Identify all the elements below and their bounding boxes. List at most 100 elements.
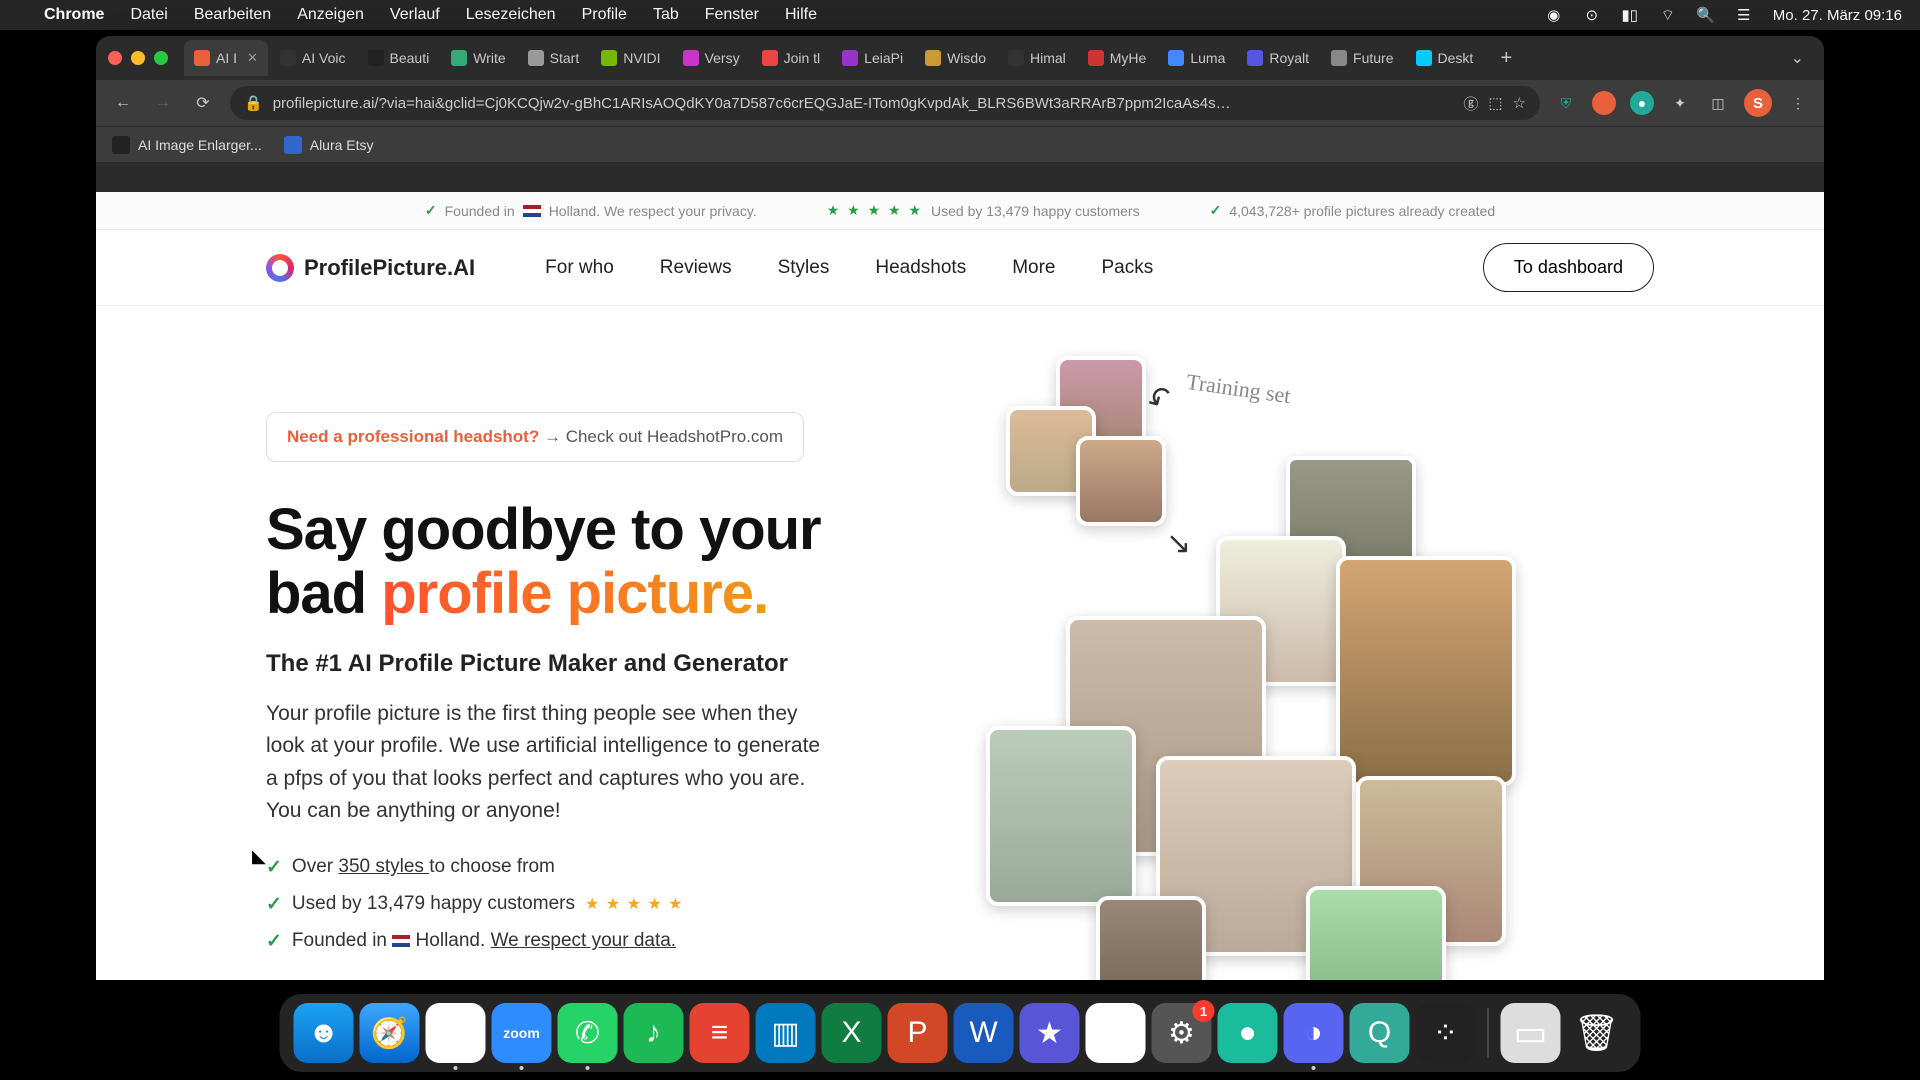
- reload-button[interactable]: ⟳: [190, 90, 216, 116]
- search-icon[interactable]: 🔍: [1697, 6, 1715, 24]
- nav-more[interactable]: More: [1012, 257, 1055, 279]
- tab-label: Deskt: [1438, 50, 1474, 66]
- tab-overflow-button[interactable]: ⌄: [1783, 48, 1812, 68]
- menu-fenster[interactable]: Fenster: [705, 6, 759, 24]
- nav-headshots[interactable]: Headshots: [875, 257, 966, 279]
- control-center-icon[interactable]: ☰: [1735, 6, 1753, 24]
- dock-app-imovie[interactable]: ★: [1020, 1003, 1080, 1063]
- browser-tab[interactable]: LeiaPi: [832, 40, 913, 76]
- to-dashboard-button[interactable]: To dashboard: [1483, 243, 1654, 292]
- bullet-link[interactable]: 350 styles: [338, 856, 429, 877]
- battery-icon[interactable]: ▮▯: [1621, 6, 1639, 24]
- menu-bearbeiten[interactable]: Bearbeiten: [194, 6, 271, 24]
- address-bar[interactable]: 🔒 profilepicture.ai/?via=hai&gclid=Cj0KC…: [230, 86, 1540, 120]
- tab-favicon: [1168, 50, 1184, 66]
- nav-forwho[interactable]: For who: [545, 257, 614, 279]
- menu-profile[interactable]: Profile: [582, 6, 627, 24]
- browser-tab[interactable]: Join tl: [752, 40, 831, 76]
- tab-favicon: [1088, 50, 1104, 66]
- install-icon[interactable]: ⬚: [1488, 94, 1502, 112]
- browser-tab[interactable]: AI Voic: [270, 40, 356, 76]
- bullet-text: Holland.: [410, 930, 490, 951]
- extensions-menu-icon[interactable]: ✦: [1668, 91, 1692, 115]
- dock-app-drive[interactable]: ▲: [1086, 1003, 1146, 1063]
- dock-desktop-preview[interactable]: ▭: [1501, 1003, 1561, 1063]
- bookmark-ai-enlarger[interactable]: AI Image Enlarger...: [112, 136, 262, 154]
- trust-created: ✓ 4,043,728+ profile pictures already cr…: [1210, 202, 1496, 219]
- bullet-founded: ✓ Founded in Holland. We respect your da…: [266, 930, 826, 953]
- close-tab-icon[interactable]: ✕: [247, 50, 258, 66]
- bullet-link[interactable]: We respect your data.: [491, 930, 677, 951]
- forward-button[interactable]: →: [150, 90, 176, 116]
- dock-app-powerpoint[interactable]: P: [888, 1003, 948, 1063]
- menu-hilfe[interactable]: Hilfe: [785, 6, 817, 24]
- dock-app-finder[interactable]: ☻: [294, 1003, 354, 1063]
- arrow-down-icon: ↘: [1166, 526, 1191, 561]
- running-dot: [586, 1066, 590, 1070]
- menu-lesezeichen[interactable]: Lesezeichen: [466, 6, 556, 24]
- browser-tab[interactable]: Versy: [673, 40, 750, 76]
- browser-tab[interactable]: Royalt: [1237, 40, 1319, 76]
- bookmark-alura-etsy[interactable]: Alura Etsy: [284, 136, 374, 154]
- dock-app-spotify[interactable]: ♪: [624, 1003, 684, 1063]
- running-dot: [454, 1066, 458, 1070]
- profile-avatar[interactable]: S: [1744, 89, 1772, 117]
- dock-app-discord[interactable]: ◑: [1284, 1003, 1344, 1063]
- tab-favicon: [194, 50, 210, 66]
- chrome-menu-icon[interactable]: ⋮: [1786, 91, 1810, 115]
- running-dot: [520, 1066, 524, 1070]
- nav-packs[interactable]: Packs: [1102, 257, 1154, 279]
- ext-shield-icon[interactable]: ⛨: [1554, 91, 1578, 115]
- browser-tab[interactable]: Beauti: [358, 40, 440, 76]
- tab-label: Versy: [705, 50, 740, 66]
- record-icon[interactable]: ◉: [1545, 6, 1563, 24]
- dock-app-voice[interactable]: ⁘: [1416, 1003, 1476, 1063]
- trust-text: Used by 13,479 happy customers: [931, 203, 1140, 219]
- new-tab-button[interactable]: +: [1491, 43, 1521, 73]
- browser-tab[interactable]: Luma: [1158, 40, 1235, 76]
- nav-reviews[interactable]: Reviews: [660, 257, 732, 279]
- browser-tab[interactable]: Wisdo: [915, 40, 996, 76]
- dock-app-zoom[interactable]: zoom: [492, 1003, 552, 1063]
- dock-app-app-teal[interactable]: ●: [1218, 1003, 1278, 1063]
- extensions-row: ⛨ ● ✦ ◫ S ⋮: [1554, 89, 1810, 117]
- site-logo[interactable]: ProfilePicture.AI: [266, 254, 475, 282]
- browser-tab[interactable]: Himal: [998, 40, 1076, 76]
- browser-tab[interactable]: MyHe: [1078, 40, 1157, 76]
- menu-datei[interactable]: Datei: [130, 6, 167, 24]
- dock-app-excel[interactable]: X: [822, 1003, 882, 1063]
- dock-app-word[interactable]: W: [954, 1003, 1014, 1063]
- maximize-window[interactable]: [154, 51, 168, 65]
- headshot-callout[interactable]: Need a professional headshot? → Check ou…: [266, 412, 804, 462]
- browser-tab[interactable]: NVIDI: [591, 40, 670, 76]
- dock-app-trello[interactable]: ▥: [756, 1003, 816, 1063]
- dock-app-todoist[interactable]: ≡: [690, 1003, 750, 1063]
- translate-icon[interactable]: ⓖ: [1463, 93, 1478, 114]
- minimize-window[interactable]: [131, 51, 145, 65]
- ext-green-icon[interactable]: ●: [1630, 91, 1654, 115]
- dock-app-safari[interactable]: 🧭: [360, 1003, 420, 1063]
- dock-app-chrome[interactable]: ◉: [426, 1003, 486, 1063]
- menu-verlauf[interactable]: Verlauf: [390, 6, 440, 24]
- browser-tab[interactable]: Future: [1321, 40, 1403, 76]
- browser-tab[interactable]: Write: [441, 40, 515, 76]
- wifi-icon[interactable]: ⌔: [1659, 6, 1677, 24]
- app-name[interactable]: Chrome: [44, 6, 104, 24]
- dock-app-settings[interactable]: ⚙1: [1152, 1003, 1212, 1063]
- sidepanel-icon[interactable]: ◫: [1706, 91, 1730, 115]
- browser-tab[interactable]: Deskt: [1406, 40, 1484, 76]
- browser-tab[interactable]: AI I✕: [184, 40, 268, 76]
- dock-app-quicktime[interactable]: Q: [1350, 1003, 1410, 1063]
- dock-app-whatsapp[interactable]: ✆: [558, 1003, 618, 1063]
- dock-trash[interactable]: 🗑: [1567, 1003, 1627, 1063]
- close-window[interactable]: [108, 51, 122, 65]
- ext-orange-icon[interactable]: [1592, 91, 1616, 115]
- bookmark-star-icon[interactable]: ☆: [1513, 94, 1526, 112]
- browser-tab[interactable]: Start: [518, 40, 590, 76]
- menubar-datetime[interactable]: Mo. 27. März 09:16: [1773, 7, 1902, 24]
- menu-anzeigen[interactable]: Anzeigen: [297, 6, 364, 24]
- menu-tab[interactable]: Tab: [653, 6, 679, 24]
- playback-icon[interactable]: ⊙: [1583, 6, 1601, 24]
- back-button[interactable]: ←: [110, 90, 136, 116]
- nav-styles[interactable]: Styles: [778, 257, 830, 279]
